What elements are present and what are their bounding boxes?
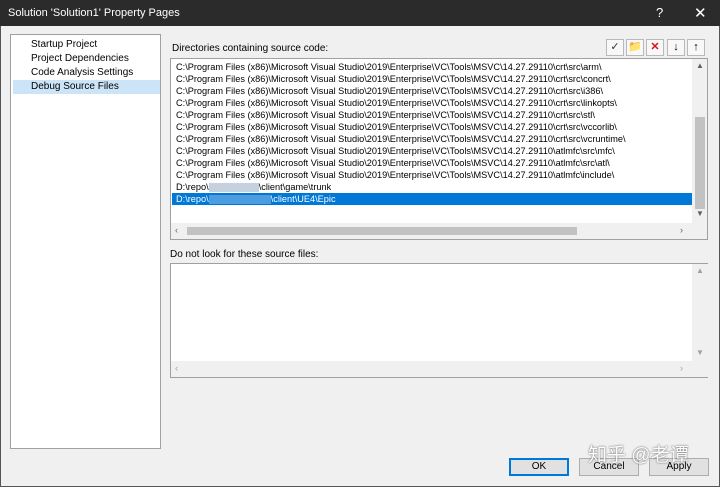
- path-prefix: D:\repo\: [176, 194, 209, 204]
- path-suffix: \client\UE4\Epic: [270, 194, 336, 204]
- scroll-thumb[interactable]: [695, 117, 705, 209]
- redacted-blur: [208, 195, 271, 205]
- window-title: Solution 'Solution1' Property Pages: [8, 7, 180, 19]
- list-item[interactable]: C:\Program Files (x86)\Microsoft Visual …: [172, 85, 692, 97]
- scroll-up-icon[interactable]: ▲: [696, 61, 704, 70]
- close-button[interactable]: ✕: [694, 4, 707, 22]
- check-icon[interactable]: ✓: [606, 39, 624, 56]
- tree-item-code-analysis-settings[interactable]: Code Analysis Settings: [13, 66, 160, 80]
- scroll-left-icon[interactable]: ‹: [175, 225, 178, 235]
- list-item[interactable]: C:\Program Files (x86)\Microsoft Visual …: [172, 145, 692, 157]
- source-dirs-list[interactable]: C:\Program Files (x86)\Microsoft Visual …: [170, 58, 708, 240]
- scroll-right-icon[interactable]: ›: [680, 363, 683, 373]
- scroll-thumb[interactable]: [187, 227, 577, 235]
- list-item[interactable]: C:\Program Files (x86)\Microsoft Visual …: [172, 121, 692, 133]
- help-button[interactable]: ?: [656, 5, 663, 20]
- new-folder-icon[interactable]: 📁: [626, 39, 644, 56]
- scroll-down-icon[interactable]: ▼: [696, 348, 704, 357]
- title-bar: Solution 'Solution1' Property Pages ? ✕: [0, 0, 720, 26]
- list-item-redacted[interactable]: D:\repo\ \client\game\trunk: [172, 181, 692, 193]
- vertical-scrollbar[interactable]: ▲ ▼: [692, 59, 707, 223]
- list-item[interactable]: C:\Program Files (x86)\Microsoft Visual …: [172, 109, 692, 121]
- delete-icon[interactable]: ✕: [646, 39, 664, 56]
- list-item[interactable]: C:\Program Files (x86)\Microsoft Visual …: [172, 133, 692, 145]
- list-item[interactable]: C:\Program Files (x86)\Microsoft Visual …: [172, 97, 692, 109]
- watermark: 知乎 @老谭: [588, 445, 689, 466]
- list-item[interactable]: C:\Program Files (x86)\Microsoft Visual …: [172, 169, 692, 181]
- window-border-left: [0, 26, 1, 487]
- exclude-files-textarea[interactable]: ▲ ▼ ‹ ›: [170, 263, 708, 378]
- ok-button[interactable]: OK: [509, 458, 569, 476]
- move-down-icon[interactable]: ↓: [667, 39, 685, 56]
- list-item[interactable]: C:\Program Files (x86)\Microsoft Visual …: [172, 73, 692, 85]
- vertical-scrollbar[interactable]: ▲ ▼: [692, 264, 708, 361]
- scroll-left-icon[interactable]: ‹: [175, 363, 178, 373]
- property-tree: Startup Project Project Dependencies Cod…: [10, 34, 161, 449]
- list-item-selected[interactable]: D:\repo\ \client\UE4\Epic: [172, 193, 692, 205]
- scroll-down-icon[interactable]: ▼: [696, 209, 704, 218]
- source-dirs-label: Directories containing source code:: [172, 43, 329, 54]
- scroll-right-icon[interactable]: ›: [680, 225, 683, 235]
- scroll-up-icon[interactable]: ▲: [696, 266, 704, 275]
- horizontal-scrollbar[interactable]: ‹ ›: [171, 361, 692, 377]
- list-item[interactable]: C:\Program Files (x86)\Microsoft Visual …: [172, 61, 692, 73]
- redacted-blur: [208, 183, 259, 193]
- scroll-corner: [692, 223, 707, 239]
- path-prefix: D:\repo\: [176, 182, 209, 192]
- move-up-icon[interactable]: ↑: [687, 39, 705, 56]
- tree-item-startup-project[interactable]: Startup Project: [13, 38, 160, 52]
- list-item[interactable]: C:\Program Files (x86)\Microsoft Visual …: [172, 157, 692, 169]
- tree-item-debug-source-files[interactable]: Debug Source Files: [13, 80, 160, 94]
- tree-item-project-dependencies[interactable]: Project Dependencies: [13, 52, 160, 66]
- exclude-label: Do not look for these source files:: [170, 249, 319, 260]
- scroll-corner: [692, 361, 708, 377]
- path-suffix: \client\game\trunk: [258, 182, 332, 192]
- horizontal-scrollbar[interactable]: ‹ ›: [171, 223, 692, 239]
